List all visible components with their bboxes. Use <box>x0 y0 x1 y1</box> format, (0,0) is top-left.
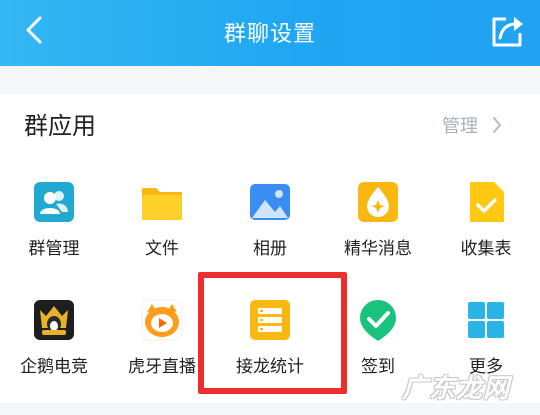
highlight-box <box>198 272 347 394</box>
app-essence[interactable]: 精华消息 <box>324 180 432 280</box>
app-label: 收集表 <box>460 239 512 259</box>
section-title: 群应用 <box>24 112 96 140</box>
header-bar: 群聊设置 <box>0 0 540 66</box>
penguin-esports-icon <box>34 300 74 340</box>
app-penguin-esports[interactable]: 企鹅电竞 <box>0 298 108 398</box>
manage-label: 管理 <box>442 116 478 137</box>
app-label: 文件 <box>145 239 179 259</box>
collection-form-icon <box>470 182 504 222</box>
section-gap <box>0 66 540 94</box>
essence-message-icon <box>358 182 398 222</box>
watermark: 广东龙网 <box>402 374 511 404</box>
group-manage-icon <box>34 182 74 222</box>
app-label: 群管理 <box>28 239 80 259</box>
share-button[interactable] <box>490 13 526 49</box>
manage-link[interactable]: 管理 <box>442 112 502 138</box>
app-album[interactable]: 相册 <box>216 180 324 280</box>
huya-live-icon <box>141 299 183 341</box>
chevron-right-icon <box>493 117 501 133</box>
app-files[interactable]: 文件 <box>108 180 216 280</box>
app-label: 企鹅电竞 <box>20 357 88 377</box>
photo-album-icon <box>250 184 290 220</box>
app-group-manage[interactable]: 群管理 <box>0 180 108 280</box>
app-label: 精华消息 <box>344 239 412 259</box>
app-collection-form[interactable]: 收集表 <box>432 180 540 280</box>
share-icon <box>492 17 523 47</box>
more-grid-icon <box>468 302 504 338</box>
app-label: 相册 <box>253 239 287 259</box>
folder-icon <box>142 188 182 220</box>
page-title: 群聊设置 <box>223 22 316 47</box>
check-in-icon <box>360 300 396 341</box>
